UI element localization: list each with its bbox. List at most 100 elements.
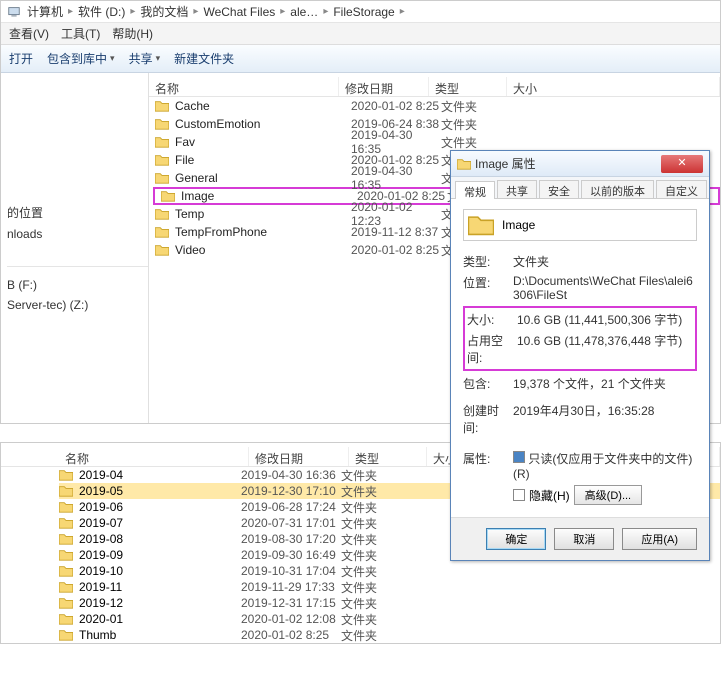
label-contains: 包含: [463, 375, 513, 392]
file-date: 2020-01-02 12:23 [351, 200, 441, 228]
file-type: 文件夹 [341, 627, 419, 644]
tab-previous[interactable]: 以前的版本 [581, 180, 654, 198]
menu-help[interactable]: 帮助(H) [112, 25, 153, 42]
file-type: 文件夹 [341, 579, 419, 596]
file-row[interactable]: 2019-102019-10-31 17:04文件夹 [59, 563, 720, 579]
file-name: 2019-09 [59, 548, 241, 562]
folder-icon [155, 154, 169, 166]
menu-view[interactable]: 查看(V) [9, 25, 49, 42]
file-type: 文件夹 [341, 563, 419, 580]
cancel-button[interactable]: 取消 [554, 528, 614, 550]
value-type: 文件夹 [513, 253, 697, 270]
file-type: 文件夹 [341, 611, 419, 628]
folder-name-input[interactable] [502, 218, 692, 232]
file-type: 文件夹 [341, 531, 419, 548]
breadcrumb-seg[interactable]: 计算机 [25, 3, 65, 20]
breadcrumb-seg[interactable]: ale… [288, 5, 320, 19]
menu-tools[interactable]: 工具(T) [61, 25, 100, 42]
folder-icon [161, 190, 175, 202]
readonly-checkbox[interactable] [513, 451, 525, 463]
highlight-box: 大小:10.6 GB (11,441,500,306 字节) 占用空间:10.6… [463, 306, 697, 371]
file-name: 2019-11 [59, 580, 241, 594]
sidebar-item[interactable]: nloads [7, 226, 148, 242]
tb-open[interactable]: 打开 [9, 50, 33, 67]
folder-name-row [463, 209, 697, 241]
sidebar-item[interactable]: Server-tec) (Z:) [7, 297, 148, 313]
file-row[interactable]: 2019-112019-11-29 17:33文件夹 [59, 579, 720, 595]
tab-custom[interactable]: 自定义 [656, 180, 707, 198]
sidebar-item[interactable]: 的位置 [7, 203, 148, 222]
value-ondisk: 10.6 GB (11,478,376,448 字节) [517, 332, 693, 366]
folder-icon [59, 485, 73, 497]
chevron-right-icon: ▸ [320, 6, 331, 17]
header-size[interactable]: 大小 [507, 77, 720, 96]
file-row[interactable]: Fav2019-04-30 16:35文件夹 [149, 133, 720, 151]
ok-button[interactable]: 确定 [486, 528, 546, 550]
tab-general[interactable]: 常规 [455, 181, 495, 199]
divider [7, 266, 148, 267]
folder-icon [59, 469, 73, 481]
computer-icon [7, 5, 21, 19]
file-type: 文件夹 [341, 515, 419, 532]
file-date: 2019-12-31 17:15 [241, 596, 341, 610]
tb-share[interactable]: 共享▾ [129, 50, 161, 67]
file-row[interactable]: Cache2020-01-02 8:25文件夹 [149, 97, 720, 115]
apply-button[interactable]: 应用(A) [622, 528, 697, 550]
file-date: 2020-01-02 8:25 [351, 243, 441, 257]
file-row[interactable]: 2019-122019-12-31 17:15文件夹 [59, 595, 720, 611]
breadcrumb-seg[interactable]: FileStorage [331, 5, 396, 19]
file-name: 2019-05 [59, 484, 241, 498]
value-created: 2019年4月30日，16:35:28 [513, 402, 697, 436]
file-name: 2019-06 [59, 500, 241, 514]
sidebar-item[interactable]: B (F:) [7, 277, 148, 293]
header-type[interactable]: 类型 [349, 447, 427, 466]
dialog-titlebar[interactable]: Image 属性 ✕ [451, 151, 709, 177]
file-row[interactable]: 2020-012020-01-02 12:08文件夹 [59, 611, 720, 627]
folder-icon [468, 214, 494, 236]
chevron-right-icon: ▸ [277, 6, 288, 17]
tab-share[interactable]: 共享 [497, 180, 537, 198]
file-date: 2020-01-02 8:25 [351, 99, 441, 113]
tb-newfolder[interactable]: 新建文件夹 [174, 50, 234, 67]
advanced-button[interactable]: 高级(D)... [574, 485, 642, 505]
folder-icon [155, 118, 169, 130]
breadcrumb-seg[interactable]: 软件 (D:) [76, 3, 127, 20]
folder-icon [155, 100, 169, 112]
file-date: 2019-04-30 16:36 [241, 468, 341, 482]
label-ondisk: 占用空间: [467, 332, 517, 366]
file-date: 2019-10-31 17:04 [241, 564, 341, 578]
header-name[interactable]: 名称 [59, 447, 249, 466]
file-row[interactable]: Thumb2020-01-02 8:25文件夹 [59, 627, 720, 643]
folder-icon [59, 629, 73, 641]
label-type: 类型: [463, 253, 513, 270]
folder-icon [457, 158, 471, 170]
toolbar: 打开 包含到库中▾ 共享▾ 新建文件夹 [1, 45, 720, 73]
menu-bar: 查看(V) 工具(T) 帮助(H) [1, 23, 720, 45]
folder-icon [155, 172, 169, 184]
tb-include[interactable]: 包含到库中▾ [47, 50, 115, 67]
chevron-right-icon: ▸ [127, 6, 138, 17]
header-date[interactable]: 修改日期 [249, 447, 349, 466]
value-contains: 19,378 个文件，21 个文件夹 [513, 375, 697, 392]
folder-icon [59, 597, 73, 609]
folder-icon [59, 501, 73, 513]
breadcrumb-seg[interactable]: WeChat Files [201, 5, 277, 19]
folder-icon [155, 208, 169, 220]
file-type: 文件夹 [441, 134, 519, 151]
column-headers: 名称 修改日期 类型 大小 [149, 77, 720, 97]
header-date[interactable]: 修改日期 [339, 77, 429, 96]
file-name: 2020-01 [59, 612, 241, 626]
label-location: 位置: [463, 274, 513, 302]
header-name[interactable]: 名称 [149, 77, 339, 96]
tab-security[interactable]: 安全 [539, 180, 579, 198]
folder-icon [155, 244, 169, 256]
file-name: Thumb [59, 628, 241, 642]
file-name: TempFromPhone [175, 225, 351, 239]
hidden-checkbox[interactable] [513, 489, 525, 501]
breadcrumb-seg[interactable]: 我的文档 [138, 3, 190, 20]
close-button[interactable]: ✕ [661, 155, 703, 173]
header-type[interactable]: 类型 [429, 77, 507, 96]
breadcrumb[interactable]: 计算机▸ 软件 (D:)▸ 我的文档▸ WeChat Files▸ ale…▸ … [1, 1, 720, 23]
chevron-down-icon: ▾ [110, 53, 115, 64]
dialog-title: Image 属性 [475, 155, 661, 172]
